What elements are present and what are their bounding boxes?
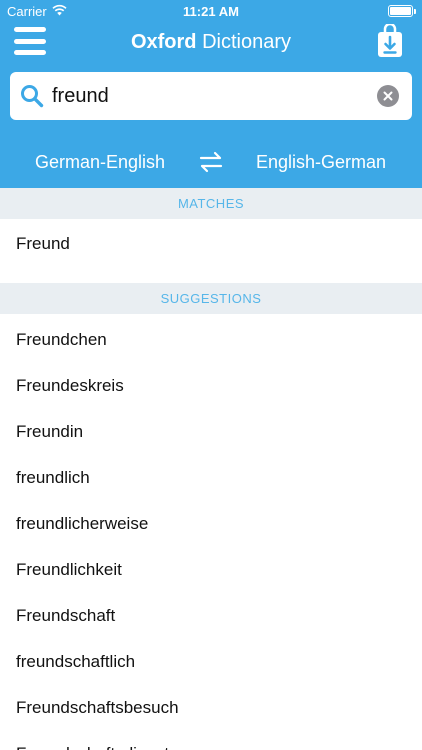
suggestion-item[interactable]: Freundin: [0, 409, 422, 455]
language-selector: German-English English-German: [0, 145, 422, 179]
match-item[interactable]: Freund: [0, 221, 422, 267]
suggestion-item[interactable]: freundlich: [0, 455, 422, 501]
status-bar: Carrier 11:21 AM: [0, 0, 422, 22]
app-header: Carrier 11:21 AM Oxford Dictionary freun…: [0, 0, 422, 188]
download-bag-icon[interactable]: [376, 24, 404, 58]
battery-icon: [388, 5, 416, 17]
clock: 11:21 AM: [183, 4, 239, 19]
language-english-german[interactable]: English-German: [221, 152, 421, 173]
app-title-brand: Oxford: [130, 31, 197, 53]
suggestion-item[interactable]: Freundlichkeit: [0, 547, 422, 593]
app-title-rest: Dictionary: [202, 31, 292, 53]
suggestion-item[interactable]: freundlicherweise: [0, 501, 422, 547]
suggestions-section-header: SUGGESTIONS: [0, 283, 422, 314]
matches-section-header: MATCHES: [0, 188, 422, 219]
suggestion-item[interactable]: Freundschaftsdienst: [0, 731, 422, 750]
suggestion-item[interactable]: Freundschaft: [0, 593, 422, 639]
clear-icon: [383, 91, 393, 101]
app-title: Oxford Dictionary: [0, 31, 422, 54]
suggestion-item[interactable]: Freundeskreis: [0, 363, 422, 409]
search-icon: [21, 85, 44, 108]
search-bar[interactable]: [10, 72, 412, 120]
language-german-english[interactable]: German-English: [0, 152, 200, 173]
suggestion-item[interactable]: Freundschaftsbesuch: [0, 685, 422, 731]
search-input[interactable]: [52, 82, 372, 110]
suggestion-item[interactable]: Freundchen: [0, 317, 422, 363]
suggestion-item[interactable]: freundschaftlich: [0, 639, 422, 685]
clear-search-button[interactable]: [377, 85, 399, 107]
